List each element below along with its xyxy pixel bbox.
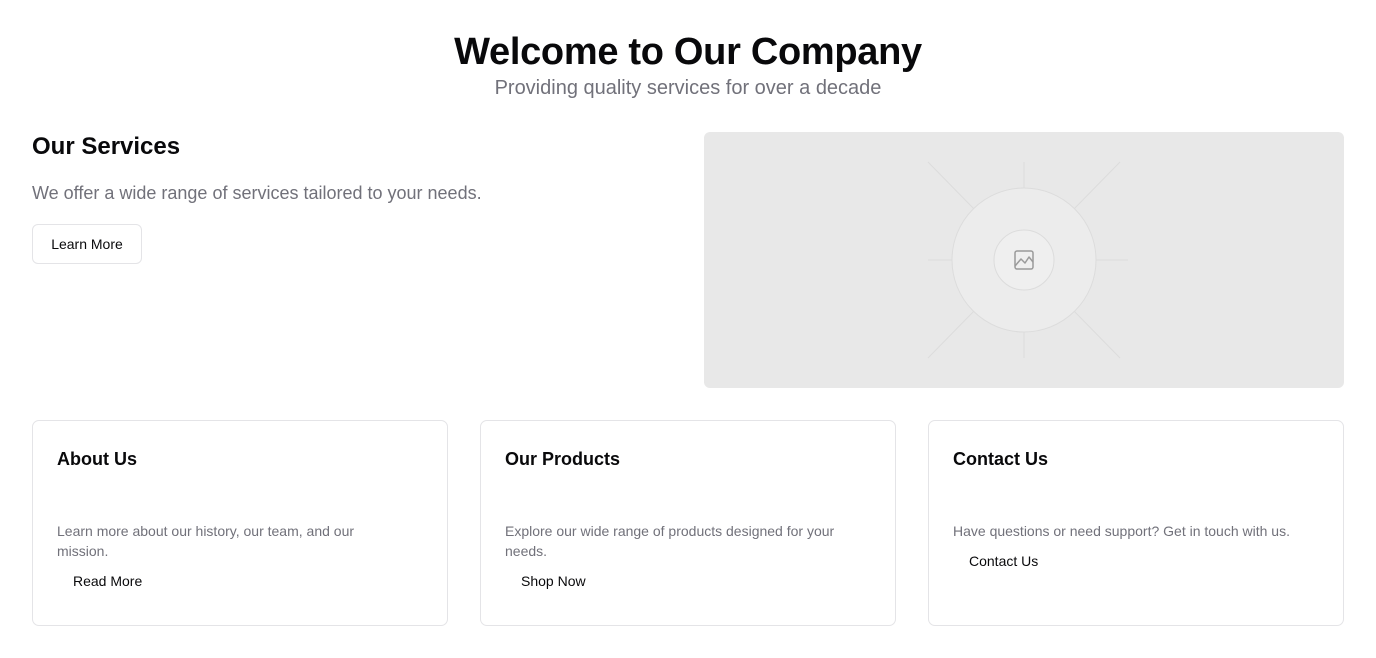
learn-more-button[interactable]: Learn More	[32, 224, 142, 264]
hero-section: Welcome to Our Company Providing quality…	[0, 30, 1376, 101]
card-contact-us: Contact Us Have questions or need suppor…	[928, 420, 1344, 626]
card-our-products: Our Products Explore our wide range of p…	[480, 420, 896, 626]
card-text: Explore our wide range of products desig…	[505, 523, 835, 559]
page-title: Welcome to Our Company	[454, 31, 922, 73]
services-heading: Our Services	[32, 133, 181, 160]
placeholder-graphic	[927, 161, 1128, 359]
page-subtitle: Providing quality services for over a de…	[494, 77, 882, 99]
contact-us-button[interactable]: Contact Us	[953, 549, 1054, 573]
services-description: We offer a wide range of services tailor…	[32, 183, 482, 203]
card-about-us: About Us Learn more about our history, o…	[32, 420, 448, 626]
card-title: Contact Us	[953, 449, 1049, 469]
read-more-button[interactable]: Read More	[57, 569, 158, 593]
shop-now-button[interactable]: Shop Now	[505, 569, 602, 593]
image-placeholder	[704, 132, 1344, 388]
card-title: About Us	[57, 449, 137, 469]
card-title: Our Products	[505, 449, 621, 469]
card-text: Have questions or need support? Get in t…	[953, 523, 1290, 539]
services-section: Our Services We offer a wide range of se…	[32, 131, 672, 264]
card-text: Learn more about our history, our team, …	[57, 523, 355, 559]
